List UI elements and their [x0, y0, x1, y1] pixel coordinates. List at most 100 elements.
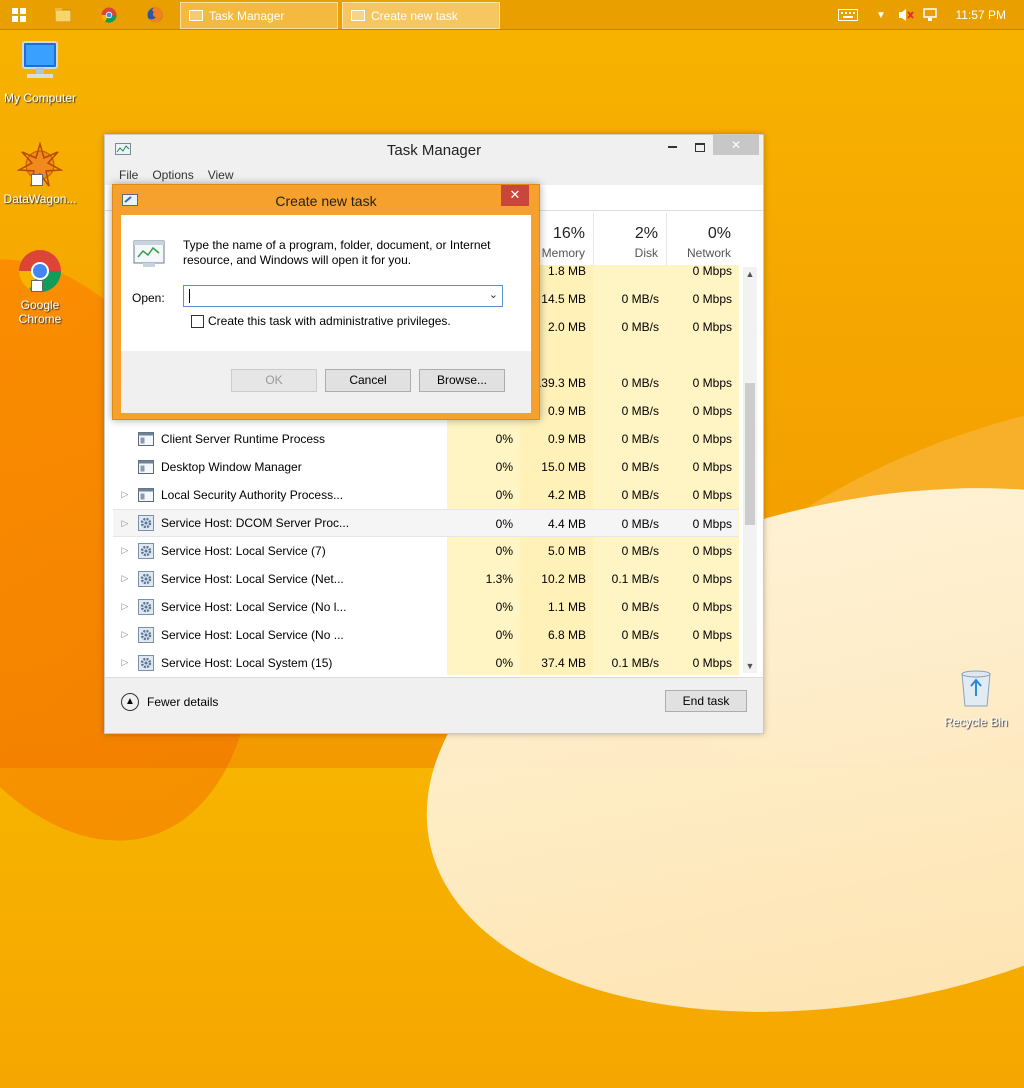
table-row[interactable]: ▷ Service Host: Local System (15) 0% 37.4 M… [113, 649, 738, 675]
memory-value: 5.0 MB [547, 544, 586, 558]
cancel-button[interactable]: Cancel [325, 369, 411, 392]
gear-icon [137, 515, 155, 531]
minimize-icon [667, 146, 677, 148]
network-value: 0 Mbps [692, 656, 732, 670]
fewer-details-button[interactable]: ▲ Fewer details [121, 693, 218, 711]
cpu-value: 0% [495, 460, 513, 474]
create-new-task-dialog: Create new task ✕ Type the name of a pro… [112, 184, 540, 420]
open-combobox[interactable]: ⌄ [183, 285, 503, 307]
dialog-close-button[interactable]: ✕ [501, 185, 529, 206]
table-row[interactable]: ▷ Service Host: Local Service (Net... 1.3%… [113, 565, 738, 593]
chrome-icon [17, 248, 63, 294]
disk-value: 0 MB/s [621, 600, 659, 614]
chrome-icon[interactable] [98, 4, 120, 26]
desktop-icon-label: Recycle Bin [944, 715, 1008, 729]
table-row[interactable]: ▷ Service Host: Local Service (No l... 0% 1… [113, 593, 738, 621]
task-manager-titlebar[interactable]: Task Manager ✕ [105, 135, 763, 165]
process-name: Client Server Runtime Process [161, 431, 326, 446]
desktop-icon-google-chrome[interactable]: Google Chrome [0, 248, 80, 326]
network-percent: 0% [707, 225, 731, 242]
speaker-muted-icon[interactable] [898, 0, 914, 30]
table-row[interactable]: ▷ Service Host: Local Service (No ... 0% 6.… [113, 621, 738, 649]
gear-icon [137, 626, 155, 643]
shortcut-arrow-icon [31, 280, 43, 292]
browse-button[interactable]: Browse... [419, 369, 505, 392]
gear-icon [137, 598, 155, 615]
firefox-icon[interactable] [144, 4, 166, 26]
process-name: Service Host: Local System (15) [161, 655, 333, 670]
desktop-icon-label: DataWagon... [3, 192, 77, 206]
disk-value: 0.1 MB/s [611, 656, 659, 670]
task-manager-footer: ▲ Fewer details End task [105, 677, 763, 733]
vertical-scrollbar[interactable]: ▲ ▼ [743, 267, 757, 673]
minimize-button[interactable] [657, 137, 687, 157]
keyboard-icon[interactable] [838, 0, 858, 30]
network-value: 0 Mbps [692, 600, 732, 614]
table-row[interactable]: Client Server Runtime Process 0% 0.9 MB 0 M… [113, 425, 738, 453]
maximize-button[interactable] [687, 137, 713, 157]
menu-view[interactable]: View [208, 168, 234, 182]
run-dialog-icon [351, 10, 365, 21]
checkbox-box[interactable] [191, 314, 204, 328]
network-value: 0 Mbps [692, 488, 732, 502]
table-row[interactable]: Desktop Window Manager 0% 15.0 MB 0 MB/s 0 M… [113, 453, 738, 481]
scroll-up-icon[interactable]: ▲ [743, 269, 757, 279]
taskbar-button-task-manager[interactable]: Task Manager [180, 2, 338, 29]
process-window-icon [137, 487, 155, 502]
scrollbar-thumb[interactable] [745, 383, 755, 525]
gear-icon [137, 570, 155, 587]
admin-privileges-checkbox[interactable]: Create this task with administrative pri… [191, 314, 451, 328]
tray-overflow-chevron-icon[interactable]: ▼ [876, 0, 886, 30]
expand-chevron-icon[interactable]: ▷ [113, 629, 137, 640]
process-name: Service Host: Local Service (7) [161, 543, 326, 558]
cpu-value: 0% [495, 432, 513, 446]
cpu-value: 0% [495, 628, 513, 642]
desktop-icon-datawagon[interactable]: DataWagon... [0, 141, 80, 206]
admin-privileges-label: Create this task with administrative pri… [208, 314, 451, 328]
expand-chevron-icon[interactable]: ▷ [113, 545, 137, 556]
dialog-content: Type the name of a program, folder, docu… [121, 215, 531, 413]
desktop-icon-my-computer[interactable]: My Computer [0, 40, 80, 105]
expand-chevron-icon[interactable]: ▷ [113, 601, 137, 612]
network-value: 0 Mbps [692, 572, 732, 586]
taskbar: Task Manager Create new task ▼ 11:57 PM [0, 0, 1024, 30]
cpu-value: 0% [495, 517, 513, 531]
table-row[interactable]: ▷ Service Host: Local Service (7) 0% 5.0 MB… [113, 537, 738, 565]
file-explorer-icon[interactable] [52, 4, 74, 26]
dialog-titlebar[interactable]: Create new task ✕ [113, 185, 539, 215]
taskbar-button-label: Task Manager [209, 8, 285, 23]
gear-icon [137, 654, 155, 671]
desktop-icon-recycle-bin[interactable]: Recycle Bin [936, 666, 1016, 729]
expand-chevron-icon[interactable]: ▷ [113, 573, 137, 584]
menu-options[interactable]: Options [152, 168, 193, 182]
table-row[interactable]: ▷ Local Security Authority Process... 0% 4.… [113, 481, 738, 509]
process-window-icon [137, 459, 155, 474]
network-value: 0 Mbps [692, 376, 732, 390]
network-value: 0 Mbps [692, 544, 732, 558]
memory-value: 37.4 MB [541, 656, 586, 670]
start-windows-icon[interactable] [8, 4, 30, 26]
expand-chevron-icon[interactable]: ▷ [113, 489, 137, 500]
ok-button[interactable]: OK [231, 369, 317, 392]
expand-chevron-icon[interactable]: ▷ [113, 657, 137, 668]
menu-file[interactable]: File [119, 168, 138, 182]
close-icon: ✕ [730, 138, 742, 152]
task-manager-icon [189, 10, 203, 21]
dialog-description: Type the name of a program, folder, docu… [183, 238, 491, 267]
close-button[interactable]: ✕ [713, 135, 759, 155]
disk-value: 0.1 MB/s [611, 572, 659, 586]
network-value: 0 Mbps [692, 517, 732, 531]
chevron-down-icon[interactable]: ⌄ [489, 288, 498, 301]
expand-chevron-icon[interactable]: ▷ [113, 518, 137, 529]
scroll-down-icon[interactable]: ▼ [743, 661, 757, 671]
taskbar-button-create-new-task[interactable]: Create new task [342, 2, 500, 29]
network-icon[interactable] [922, 0, 938, 30]
disk-value: 0 MB/s [621, 460, 659, 474]
end-task-button[interactable]: End task [665, 690, 747, 712]
process-name: Desktop Window Manager [161, 459, 302, 474]
open-input[interactable] [192, 288, 472, 304]
process-name: Service Host: Local Service (No ... [161, 627, 344, 642]
clock[interactable]: 11:57 PM [956, 8, 1006, 22]
cpu-value: 0% [495, 600, 513, 614]
table-row[interactable]: ▷ Service Host: DCOM Server Proc... 0% 4.4 … [113, 509, 738, 537]
